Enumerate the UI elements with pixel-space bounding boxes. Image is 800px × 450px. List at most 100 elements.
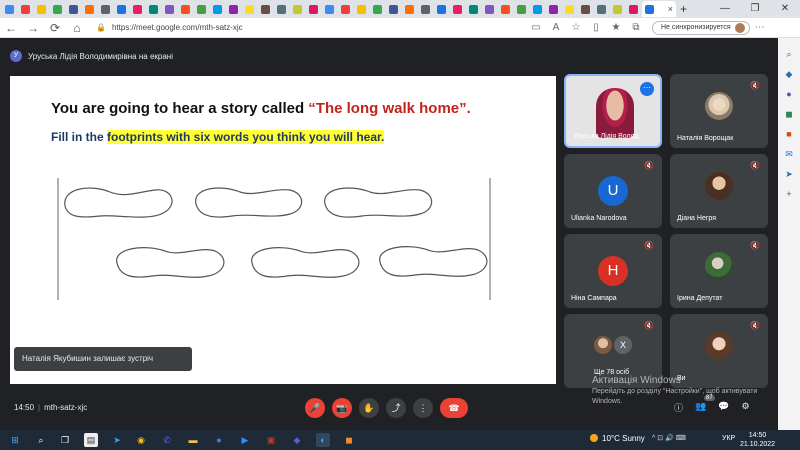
camera-toggle-button[interactable]: 📷 bbox=[332, 398, 352, 418]
browser-tab[interactable] bbox=[98, 2, 112, 16]
close-window-button[interactable]: ✕ bbox=[770, 0, 800, 18]
profile-sync-button[interactable]: Не синхронизируется bbox=[652, 20, 750, 35]
teams-icon[interactable]: ◆ bbox=[290, 433, 304, 447]
browser-tab[interactable] bbox=[546, 2, 560, 16]
participant-tile[interactable]: 🔇 Діана Негря bbox=[670, 154, 768, 228]
telegram-icon[interactable]: ➤ bbox=[110, 433, 124, 447]
powerpoint-icon[interactable]: ▣ bbox=[264, 433, 278, 447]
browser-tab[interactable] bbox=[50, 2, 64, 16]
leave-call-button[interactable]: ☎ bbox=[440, 398, 468, 418]
favorites-icon[interactable]: ★ bbox=[606, 22, 626, 33]
read-aloud-icon[interactable]: A bbox=[546, 22, 566, 33]
browser-tab[interactable] bbox=[594, 2, 608, 16]
windows-start-icon[interactable]: ⊞ bbox=[8, 433, 22, 447]
more-options-icon[interactable]: ⋯ bbox=[640, 82, 654, 96]
browser-tab[interactable] bbox=[466, 2, 480, 16]
camera-icon[interactable]: ▭ bbox=[526, 22, 546, 33]
collections-icon[interactable]: ⧉ bbox=[626, 22, 646, 33]
app-icon[interactable]: ▤ bbox=[84, 433, 98, 447]
browser-tab[interactable] bbox=[258, 2, 272, 16]
browser-tab[interactable] bbox=[242, 2, 256, 16]
browser-tab[interactable] bbox=[210, 2, 224, 16]
system-tray[interactable]: ^ ⊡ 🔊 ⌨ bbox=[652, 434, 686, 442]
activities-icon[interactable]: ⚙ bbox=[741, 401, 749, 414]
chat-icon[interactable]: 💬 bbox=[718, 401, 729, 414]
add-icon[interactable]: + bbox=[786, 188, 791, 200]
browser-tab[interactable] bbox=[146, 2, 160, 16]
browser-tab[interactable] bbox=[402, 2, 416, 16]
shopping-icon[interactable]: ◼ bbox=[785, 108, 792, 120]
clock[interactable]: 14:50 21.10.2022 bbox=[740, 431, 775, 449]
search-icon[interactable]: ⌕ bbox=[34, 433, 48, 447]
tag-icon[interactable]: ◆ bbox=[786, 68, 793, 80]
browser-tab[interactable] bbox=[450, 2, 464, 16]
browser-tab[interactable] bbox=[226, 2, 240, 16]
more-options-button[interactable]: ⋮ bbox=[413, 398, 433, 418]
forward-button[interactable]: → bbox=[22, 21, 44, 35]
browser-tab[interactable] bbox=[386, 2, 400, 16]
browser-tab[interactable] bbox=[18, 2, 32, 16]
search-icon[interactable]: ⌕ bbox=[786, 48, 791, 60]
app-icon[interactable]: ◼ bbox=[342, 433, 356, 447]
participant-tile[interactable]: Н 🔇 Ніна Сампара bbox=[564, 234, 662, 308]
reload-button[interactable]: ⟳ bbox=[44, 21, 66, 35]
browser-tab[interactable] bbox=[306, 2, 320, 16]
active-tab[interactable]: × bbox=[642, 1, 676, 17]
browser-tab[interactable] bbox=[66, 2, 80, 16]
browser-tab[interactable] bbox=[290, 2, 304, 16]
browser-tab[interactable] bbox=[514, 2, 528, 16]
chrome-icon[interactable]: ◉ bbox=[134, 433, 148, 447]
browser-tab[interactable] bbox=[274, 2, 288, 16]
office-icon[interactable]: ■ bbox=[786, 128, 791, 140]
back-button[interactable]: ← bbox=[0, 21, 22, 35]
person-icon[interactable]: ● bbox=[786, 88, 791, 100]
favorite-icon[interactable]: ☆ bbox=[566, 22, 586, 33]
browser-tab[interactable] bbox=[434, 2, 448, 16]
settings-menu-icon[interactable]: ⋯ bbox=[750, 22, 770, 33]
browser-tab[interactable] bbox=[114, 2, 128, 16]
task-view-icon[interactable]: ❐ bbox=[58, 433, 72, 447]
browser-tab[interactable] bbox=[626, 2, 640, 16]
browser-tab[interactable] bbox=[178, 2, 192, 16]
zoom-icon[interactable]: ● bbox=[212, 433, 226, 447]
video-app-icon[interactable]: ▶ bbox=[238, 433, 252, 447]
browser-tab[interactable] bbox=[34, 2, 48, 16]
browser-tab[interactable] bbox=[82, 2, 96, 16]
browser-tab[interactable] bbox=[578, 2, 592, 16]
viber-icon[interactable]: ✆ bbox=[160, 433, 174, 447]
browser-tab[interactable] bbox=[530, 2, 544, 16]
weather-widget[interactable]: 10°C Sunny bbox=[590, 434, 645, 443]
language-indicator[interactable]: УКР bbox=[722, 435, 735, 442]
browser-tab[interactable] bbox=[194, 2, 208, 16]
file-explorer-icon[interactable]: ▬ bbox=[186, 433, 200, 447]
url-field[interactable]: 🔒 https://meet.google.com/mth-satz-xjc bbox=[96, 20, 526, 36]
browser-tab[interactable] bbox=[562, 2, 576, 16]
outlook-icon[interactable]: ✉ bbox=[785, 148, 793, 160]
send-icon[interactable]: ➤ bbox=[785, 168, 793, 180]
browser-tab[interactable] bbox=[2, 2, 16, 16]
info-icon[interactable]: ⓘ bbox=[674, 401, 683, 414]
browser-tab[interactable] bbox=[338, 2, 352, 16]
participant-tile[interactable]: 🔇 Ірина Депутат bbox=[670, 234, 768, 308]
browser-tab[interactable] bbox=[418, 2, 432, 16]
browser-tab[interactable] bbox=[322, 2, 336, 16]
raise-hand-button[interactable]: ✋ bbox=[359, 398, 379, 418]
participant-tile[interactable]: 🔇 Наталія Ворощак bbox=[670, 74, 768, 148]
tab-close-icon[interactable]: × bbox=[668, 4, 673, 14]
browser-tab[interactable] bbox=[354, 2, 368, 16]
edge-icon[interactable]: ◐ bbox=[316, 433, 330, 447]
mic-toggle-button[interactable]: 🎤 bbox=[305, 398, 325, 418]
minimize-button[interactable]: — bbox=[710, 0, 740, 18]
maximize-button[interactable]: ❐ bbox=[740, 0, 770, 18]
browser-tab[interactable] bbox=[130, 2, 144, 16]
participant-tile[interactable]: ⋯ Уруська Лідія Волод... bbox=[564, 74, 662, 148]
participant-tile[interactable]: U 🔇 Ulianka Narodova bbox=[564, 154, 662, 228]
new-tab-button[interactable]: + bbox=[680, 2, 687, 16]
split-screen-icon[interactable]: ▯ bbox=[586, 22, 606, 33]
browser-tab[interactable] bbox=[370, 2, 384, 16]
browser-tab[interactable] bbox=[482, 2, 496, 16]
browser-tab[interactable] bbox=[610, 2, 624, 16]
home-button[interactable]: ⌂ bbox=[66, 21, 88, 35]
browser-tab[interactable] bbox=[162, 2, 176, 16]
browser-tab[interactable] bbox=[498, 2, 512, 16]
